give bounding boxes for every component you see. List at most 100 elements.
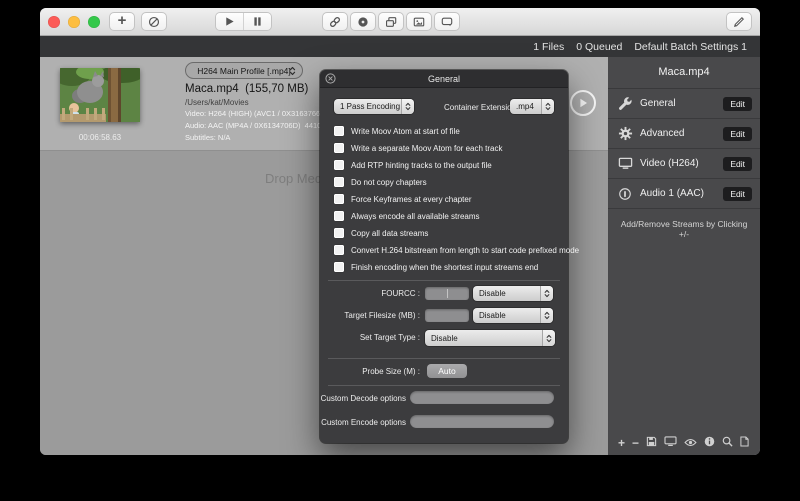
close-window-button[interactable] [48, 16, 60, 28]
pass-encoding-select[interactable]: 1 Pass Encoding [334, 99, 414, 114]
file-name-size: Maca.mp4 (155,70 MB) [185, 83, 308, 95]
info-button[interactable] [704, 434, 715, 452]
log-button[interactable] [740, 434, 749, 452]
target-type-value: Disable [425, 334, 458, 343]
preview-play-button[interactable] [570, 90, 596, 116]
checkbox-label: Force Keyframes at every chapter [351, 195, 472, 204]
set-target-type-label: Set Target Type : [320, 333, 420, 342]
stream-sidebar: Maca.mp4 General Edit Advanced Edit [608, 57, 760, 455]
plus-icon: + [118, 13, 127, 28]
dialog-titlebar: General [320, 70, 568, 88]
watch-button[interactable] [684, 434, 697, 452]
pause-encoding-button[interactable] [243, 13, 271, 30]
target-filesize-field[interactable] [425, 309, 469, 322]
stop-button[interactable] [141, 12, 167, 31]
inspect-button[interactable] [722, 434, 733, 452]
container-extension-label: Container Extension: [444, 103, 518, 112]
checkbox[interactable] [334, 126, 344, 136]
checkbox[interactable] [334, 194, 344, 204]
filesize-mode-select[interactable]: Disable [473, 308, 553, 323]
checkbox[interactable] [334, 245, 344, 255]
checkbox-label: Finish encoding when the shortest input … [351, 263, 538, 272]
info-icon [704, 436, 715, 447]
play-icon [577, 97, 589, 109]
stepper-icon [541, 99, 554, 114]
custom-encode-field[interactable] [410, 415, 554, 428]
add-stream-button[interactable]: + [618, 437, 625, 449]
video-thumbnail [60, 68, 140, 122]
divider [328, 358, 560, 359]
file-path: /Users/kat/Movies [185, 98, 249, 107]
log-window-button[interactable] [434, 12, 460, 31]
preview-button[interactable] [664, 434, 677, 452]
edit-advanced-button[interactable]: Edit [723, 127, 752, 141]
filesize-mode-value: Disable [473, 311, 506, 320]
checkbox-label: Convert H.264 bitstream from length to s… [351, 246, 579, 255]
zoom-window-button[interactable] [88, 16, 100, 28]
profile-select-value: H264 Main Profile [.mp4] [197, 66, 291, 76]
audio-info: Audio: AAC (MP4A / 0X6134706D) 44100 HZ [185, 121, 338, 130]
profile-select[interactable]: H264 Main Profile [.mp4] [185, 62, 303, 79]
sidebar-item-label: Audio 1 (AAC) [640, 188, 704, 199]
checkbox[interactable] [334, 177, 344, 187]
dialog-close-button[interactable] [325, 73, 336, 84]
checkbox-label: Copy all data streams [351, 229, 428, 238]
sidebar-item-general: General Edit [608, 89, 760, 119]
eye-icon [684, 438, 697, 447]
document-icon [740, 436, 749, 447]
probe-size-label: Probe Size (M) : [320, 367, 420, 376]
custom-decode-field[interactable] [410, 391, 554, 404]
checkbox[interactable] [334, 211, 344, 221]
link-icon [329, 16, 341, 28]
pass-encoding-value: 1 Pass Encoding [334, 102, 400, 111]
edit-video-button[interactable]: Edit [723, 157, 752, 171]
stepper-icon [542, 330, 555, 346]
record-button[interactable] [350, 12, 376, 31]
sidebar-item-label: Advanced [640, 128, 684, 139]
fourcc-mode-select[interactable]: Disable [473, 286, 553, 301]
prohibit-icon [148, 16, 160, 28]
batch-settings-label[interactable]: Default Batch Settings 1 [634, 41, 747, 53]
drop-media-hint: Drop Med [265, 171, 322, 186]
edit-batch-button[interactable] [726, 12, 752, 31]
target-type-select[interactable]: Disable [425, 330, 555, 346]
add-file-button[interactable]: + [109, 12, 135, 31]
divider [328, 280, 560, 281]
sidebar-item-video: Video (H264) Edit [608, 149, 760, 179]
container-extension-select[interactable]: .mp4 [510, 99, 554, 114]
display-icon [616, 156, 634, 171]
edit-audio-button[interactable]: Edit [723, 187, 752, 201]
chat-icon [441, 16, 453, 28]
target-filesize-label: Target Filesize (MB) : [320, 311, 420, 320]
checkbox[interactable] [334, 160, 344, 170]
pause-icon [252, 16, 263, 27]
checkbox[interactable] [334, 228, 344, 238]
stepper-icon [289, 66, 296, 78]
tools-group [322, 12, 460, 31]
display-icon [664, 436, 677, 447]
fourcc-field[interactable] [425, 287, 469, 300]
save-button[interactable] [646, 434, 657, 452]
checkbox-label: Add RTP hinting tracks to the output fil… [351, 161, 492, 170]
duplicate-button[interactable] [378, 12, 404, 31]
start-encoding-button[interactable] [216, 13, 243, 30]
link-streams-button[interactable] [322, 12, 348, 31]
edit-general-button[interactable]: Edit [723, 97, 752, 111]
probe-size-auto-button[interactable]: Auto [427, 364, 467, 378]
sidebar-item-audio: Audio 1 (AAC) Edit [608, 179, 760, 209]
checkbox[interactable] [334, 143, 344, 153]
dialog-title: General [428, 74, 460, 84]
sidebar-item-advanced: Advanced Edit [608, 119, 760, 149]
speaker-icon [616, 187, 634, 201]
stepper-icon [540, 286, 553, 301]
brush-icon [733, 16, 745, 28]
record-icon [357, 16, 369, 28]
checkbox[interactable] [334, 262, 344, 272]
traffic-lights [48, 16, 100, 28]
minimize-window-button[interactable] [68, 16, 80, 28]
preview-image-button[interactable] [406, 12, 432, 31]
remove-stream-button[interactable]: − [632, 437, 639, 449]
checkbox-label: Write Moov Atom at start of file [351, 127, 460, 136]
divider [328, 385, 560, 386]
copies-icon [385, 16, 397, 28]
